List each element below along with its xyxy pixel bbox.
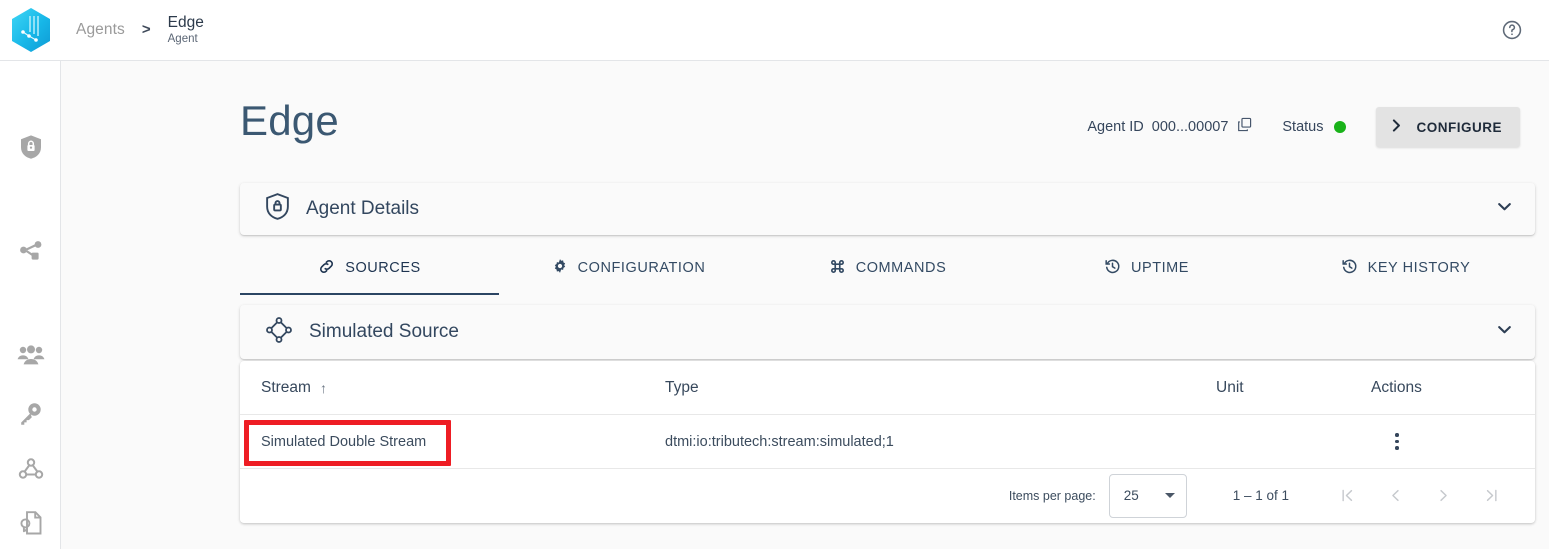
diamond-nodes-icon xyxy=(264,315,294,350)
configure-button-label: CONFIGURE xyxy=(1416,119,1502,135)
sidebar-item-document-badge[interactable] xyxy=(0,497,61,549)
share-network-icon xyxy=(19,241,41,260)
shield-lock-icon xyxy=(20,135,41,159)
column-header-stream[interactable]: Stream ↑ xyxy=(261,379,665,397)
sidebar xyxy=(0,61,61,549)
streams-table: Stream ↑ Type Unit Actions Simulated Dou… xyxy=(240,361,1535,523)
tab-bar: SOURCES CONFIGURATION COMMANDS UPTIME KE… xyxy=(240,241,1535,295)
column-header-unit[interactable]: Unit xyxy=(1216,379,1371,397)
tab-commands[interactable]: COMMANDS xyxy=(758,241,1017,295)
sidebar-item-people-group[interactable] xyxy=(0,329,61,381)
top-bar: Agents > Edge Agent xyxy=(0,0,1549,61)
history-icon xyxy=(1104,258,1121,279)
key-icon xyxy=(21,402,41,425)
tab-commands-label: COMMANDS xyxy=(855,260,947,276)
sidebar-item-key[interactable] xyxy=(0,387,61,439)
tab-key-history-label: KEY HISTORY xyxy=(1367,260,1471,276)
history-icon xyxy=(1341,258,1358,279)
status-label: Status xyxy=(1282,119,1324,135)
main-content: Edge Agent ID 000...00007 Status CONFIGU… xyxy=(61,61,1549,549)
command-icon xyxy=(829,258,846,279)
more-vertical-icon[interactable] xyxy=(1385,430,1409,454)
agent-id-value: 000...00007 xyxy=(1151,119,1229,135)
chevron-down-icon xyxy=(1164,493,1175,498)
copy-icon[interactable] xyxy=(1237,117,1252,137)
page-header-actions: Agent ID 000...00007 Status CONFIGURE xyxy=(1087,107,1520,147)
tab-configuration-label: CONFIGURATION xyxy=(577,260,706,276)
items-per-page-value: 25 xyxy=(1123,488,1139,503)
column-header-actions: Actions xyxy=(1371,378,1422,396)
page-range-label: 1 – 1 of 1 xyxy=(1232,488,1289,503)
link-icon xyxy=(318,258,335,279)
column-header-type[interactable]: Type xyxy=(665,379,1216,397)
tab-sources[interactable]: SOURCES xyxy=(240,241,499,295)
document-badge-icon xyxy=(19,511,41,535)
simulated-source-title: Simulated Source xyxy=(309,321,459,342)
paginator: Items per page: 25 1 – 1 of 1 xyxy=(240,469,1535,522)
chevron-down-icon[interactable] xyxy=(1496,198,1513,220)
sidebar-item-share-network[interactable] xyxy=(0,225,61,277)
column-header-stream-label: Stream xyxy=(261,378,311,396)
breadcrumb-current-title: Edge xyxy=(167,14,204,32)
last-page-icon[interactable] xyxy=(1467,476,1515,516)
sidebar-item-webhook[interactable] xyxy=(0,443,61,495)
items-per-page-label: Items per page: xyxy=(1008,488,1096,503)
tab-configuration[interactable]: CONFIGURATION xyxy=(499,241,758,295)
people-group-icon xyxy=(17,345,44,365)
simulated-source-panel[interactable]: Simulated Source xyxy=(240,305,1535,359)
sidebar-item-shield-lock[interactable] xyxy=(0,121,61,173)
tab-key-history[interactable]: KEY HISTORY xyxy=(1276,241,1535,295)
page-title: Edge xyxy=(240,97,339,144)
first-page-icon[interactable] xyxy=(1323,476,1371,516)
shield-lock-icon xyxy=(264,192,291,226)
webhook-icon xyxy=(18,458,43,479)
page-header: Edge Agent ID 000...00007 Status CONFIGU… xyxy=(240,100,1535,172)
table-row[interactable]: Simulated Double Stream dtmi:io:tributec… xyxy=(240,415,1535,469)
cell-type: dtmi:io:tributech:stream:simulated;1 xyxy=(665,433,894,450)
breadcrumb-agents-link[interactable]: Agents xyxy=(76,21,125,39)
app-logo[interactable] xyxy=(0,0,61,61)
breadcrumb-current-subtitle: Agent xyxy=(167,32,198,45)
chevron-right-icon xyxy=(1389,118,1404,136)
agent-details-panel[interactable]: Agent Details xyxy=(240,183,1535,235)
cell-actions xyxy=(1371,430,1511,454)
agent-details-title: Agent Details xyxy=(306,198,420,219)
sort-ascending-icon: ↑ xyxy=(319,379,327,396)
previous-page-icon[interactable] xyxy=(1371,476,1419,516)
agent-id-label: Agent ID xyxy=(1087,119,1144,135)
tab-uptime[interactable]: UPTIME xyxy=(1017,241,1276,295)
cell-stream: Simulated Double Stream xyxy=(261,433,427,450)
configure-button[interactable]: CONFIGURE xyxy=(1375,107,1520,147)
status-badge xyxy=(1333,121,1346,133)
tab-sources-label: SOURCES xyxy=(345,260,421,276)
items-per-page-select[interactable]: 25 xyxy=(1108,473,1187,518)
breadcrumb-current: Edge Agent xyxy=(168,14,204,45)
next-page-icon[interactable] xyxy=(1419,476,1467,516)
gear-icon xyxy=(552,258,568,278)
tab-uptime-label: UPTIME xyxy=(1130,260,1190,276)
help-circle-icon[interactable] xyxy=(1501,19,1523,41)
tributech-hex-logo xyxy=(11,8,50,52)
chevron-right-icon: > xyxy=(141,20,151,38)
table-header-row: Stream ↑ Type Unit Actions xyxy=(240,361,1535,415)
chevron-down-icon[interactable] xyxy=(1496,321,1513,343)
breadcrumb: Agents > Edge Agent xyxy=(76,0,204,61)
